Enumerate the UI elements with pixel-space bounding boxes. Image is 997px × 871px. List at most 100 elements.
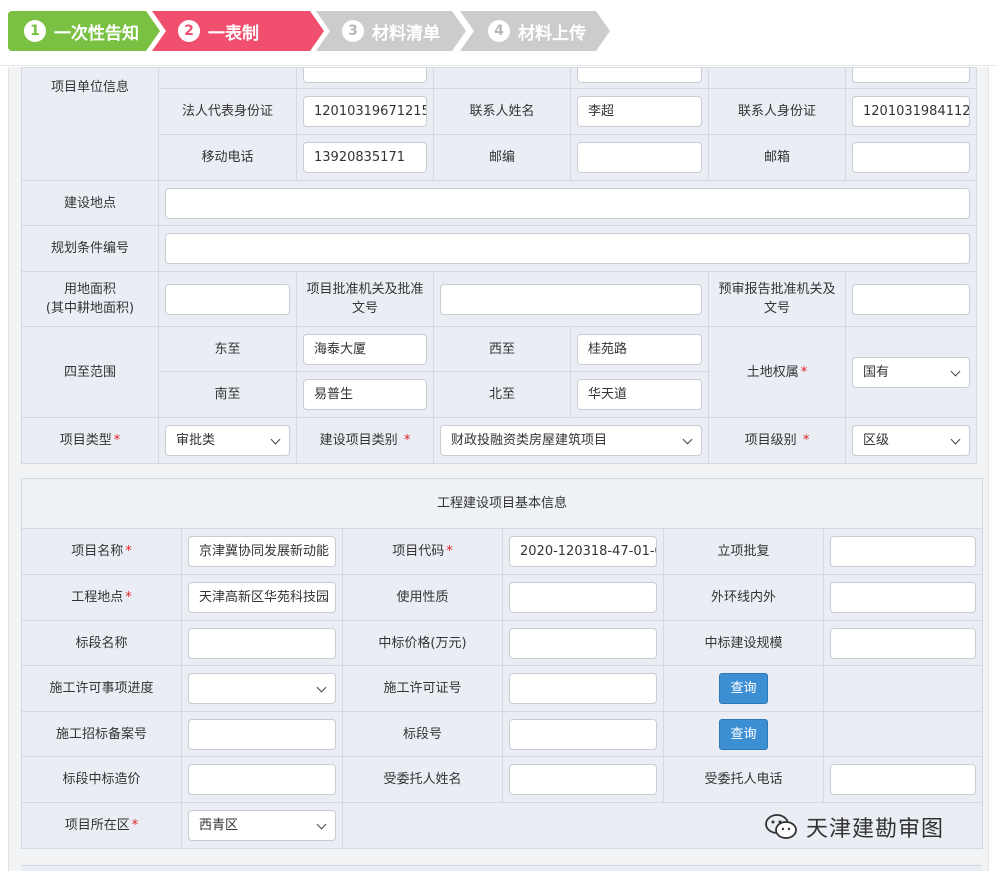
- contact-name-label: 联系人姓名: [433, 88, 571, 135]
- next-section-edge: [21, 865, 982, 871]
- step-3[interactable]: 3 材料清单: [316, 11, 466, 51]
- watermark: 天津建勘审图: [764, 811, 944, 843]
- bid-price-input[interactable]: [509, 627, 657, 659]
- required-mark: *: [125, 544, 132, 559]
- unit-info-label: 项目单位信息: [21, 67, 159, 181]
- step-4[interactable]: 4 材料上传: [460, 11, 610, 51]
- district-label: 项目所在区 *: [21, 802, 182, 849]
- step-1-number: 1: [24, 20, 46, 42]
- plan-no-label: 规划条件编号: [21, 225, 159, 272]
- section-query-button[interactable]: 查询: [719, 718, 768, 750]
- approval-input[interactable]: [830, 536, 977, 567]
- plan-no-input[interactable]: [165, 233, 970, 264]
- step-3-number: 3: [342, 20, 364, 42]
- project-level-select[interactable]: 区级: [852, 425, 970, 456]
- permit-query-button[interactable]: 查询: [719, 673, 768, 704]
- district-select[interactable]: 西青区: [188, 810, 336, 841]
- site-label: 建设地点: [21, 180, 159, 226]
- email-label: 邮箱: [708, 134, 846, 181]
- east-label: 东至: [158, 326, 297, 372]
- tender-no-label: 施工招标备案号: [21, 711, 182, 757]
- form-scroll-area[interactable]: 项目单位信息 法人代表身份证 120103196712155 联系人姓名 李超 …: [8, 67, 989, 871]
- contact-id-label: 联系人身份证: [708, 88, 846, 135]
- required-mark: *: [125, 590, 132, 605]
- project-name-input[interactable]: 京津冀协同发展新动能: [188, 536, 336, 567]
- step-4-label: 材料上传: [518, 23, 586, 44]
- tender-no-input[interactable]: [188, 718, 336, 750]
- boundary-label: 四至范围: [21, 326, 159, 418]
- project-name-label: 项目名称 *: [21, 528, 182, 575]
- postcode-label: 邮编: [433, 134, 571, 181]
- land-area-input[interactable]: [165, 283, 290, 315]
- unit-field-top-1[interactable]: [303, 67, 427, 83]
- section-no-label: 标段号: [342, 711, 503, 757]
- land-area-label: 用地面积 (其中耕地面积): [21, 271, 159, 327]
- required-mark: *: [802, 433, 810, 448]
- north-input[interactable]: 华天道: [577, 379, 702, 410]
- basic-info-title: 工程建设项目基本信息: [20, 478, 984, 529]
- postcode-input[interactable]: [577, 142, 702, 173]
- ring-input[interactable]: [830, 582, 977, 613]
- contact-name-input[interactable]: 李超: [577, 96, 702, 127]
- mobile-input[interactable]: 13920835171: [303, 142, 427, 173]
- approval-doc-label: 项目批准机关及批准 文号: [296, 271, 434, 327]
- south-input[interactable]: 易普生: [303, 379, 427, 410]
- west-input[interactable]: 桂苑路: [577, 333, 702, 365]
- email-input[interactable]: [852, 142, 970, 173]
- unit-field-top-2[interactable]: [577, 67, 702, 83]
- step-progress-bar: 1 一次性告知 2 一表制 3 材料清单 4 材料上传: [0, 0, 997, 66]
- project-code-label: 项目代码 *: [342, 528, 503, 575]
- required-mark: *: [403, 433, 411, 448]
- contact-id-input[interactable]: 120103198411232: [852, 96, 970, 127]
- pre-review-label: 预审报告批准机关及 文号: [708, 271, 846, 327]
- location-input[interactable]: 天津高新区华苑科技园: [188, 582, 336, 613]
- required-mark: *: [446, 544, 453, 559]
- project-code-input[interactable]: 2020-120318-47-01-0: [509, 536, 657, 567]
- unit-field-top-3[interactable]: [852, 67, 970, 83]
- project-category-label: 建设项目类别 *: [296, 417, 434, 464]
- agent-phone-label: 受委托人电话: [663, 756, 824, 803]
- section-cost-input[interactable]: [188, 764, 336, 795]
- watermark-text: 天津建勘审图: [806, 817, 945, 842]
- permit-no-input[interactable]: [509, 673, 657, 704]
- south-label: 南至: [158, 371, 297, 418]
- mobile-label: 移动电话: [158, 134, 297, 181]
- bid-price-label: 中标价格(万元): [342, 620, 503, 666]
- bid-scale-label: 中标建设规模: [663, 620, 824, 666]
- usage-input[interactable]: [509, 582, 657, 613]
- site-input[interactable]: [165, 187, 970, 219]
- step-2-active[interactable]: 2 一表制: [152, 11, 324, 51]
- step-2-number: 2: [178, 20, 200, 42]
- west-label: 西至: [433, 326, 571, 372]
- project-type-label: 项目类型 *: [21, 417, 159, 464]
- project-type-select[interactable]: 审批类: [165, 425, 290, 456]
- step-1[interactable]: 1 一次性告知: [8, 11, 160, 51]
- agent-phone-input[interactable]: [830, 764, 977, 795]
- section-name-input[interactable]: [188, 627, 336, 659]
- location-label: 工程地点 *: [21, 574, 182, 621]
- east-input[interactable]: 海泰大厦: [303, 333, 427, 365]
- legal-id-input[interactable]: 120103196712155: [303, 96, 427, 127]
- step-2-label: 一表制: [208, 23, 259, 44]
- permit-progress-label: 施工许可事项进度: [21, 665, 182, 712]
- agent-name-input[interactable]: [509, 764, 657, 795]
- section-name-label: 标段名称: [21, 620, 182, 666]
- step-1-label: 一次性告知: [54, 23, 139, 44]
- permit-progress-select[interactable]: [188, 673, 336, 704]
- required-mark: *: [131, 818, 139, 833]
- land-right-label: 土地权属 *: [708, 326, 846, 418]
- ring-label: 外环线内外: [663, 574, 824, 621]
- legal-id-label: 法人代表身份证: [158, 88, 297, 135]
- approval-doc-input[interactable]: [440, 283, 702, 315]
- land-right-select[interactable]: 国有: [852, 356, 970, 388]
- approval-label: 立项批复: [663, 528, 824, 575]
- project-category-select[interactable]: 财政投融资类房屋建筑项目: [440, 425, 702, 456]
- agent-name-label: 受委托人姓名: [342, 756, 503, 803]
- section-no-input[interactable]: [509, 718, 657, 750]
- pre-review-input[interactable]: [852, 283, 970, 315]
- bid-scale-input[interactable]: [830, 627, 977, 659]
- required-mark: *: [800, 364, 808, 380]
- usage-label: 使用性质: [342, 574, 503, 621]
- section-cost-label: 标段中标造价: [21, 756, 182, 803]
- step-4-number: 4: [488, 20, 510, 42]
